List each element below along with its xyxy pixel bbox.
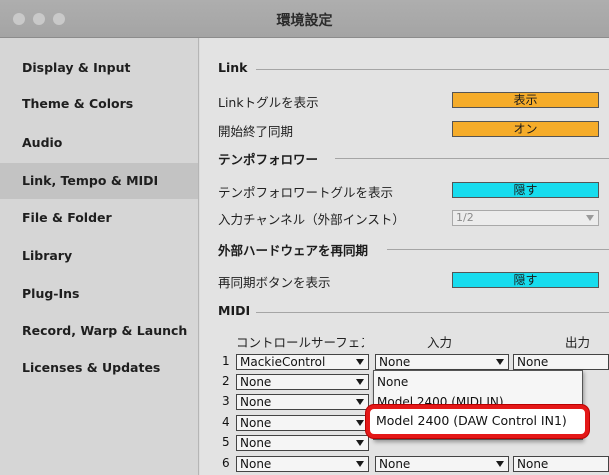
midi-input-select[interactable]: None [375,354,509,370]
resync-button-label: 再同期ボタンを表示 [218,275,331,290]
input-channel-value: 1/2 [456,211,474,224]
midi-row-number: 1 [222,354,230,368]
control-surface-select[interactable]: MackieControl [236,354,369,370]
midi-row-number: 6 [222,456,230,470]
sidebar-item-display-input[interactable]: Display & Input [0,50,198,86]
section-divider [387,249,609,250]
section-divider [256,312,609,313]
section-divider [335,158,609,159]
sidebar-item-record-warp-launch[interactable]: Record, Warp & Launch [0,313,198,349]
control-surface-select[interactable]: None [236,374,369,390]
sidebar-item-audio[interactable]: Audio [0,125,198,161]
chevron-down-icon [356,420,364,426]
chevron-down-icon [496,461,504,467]
tempo-follower-toggle-label: テンポフォロワートグルを表示 [218,185,394,200]
link-toggle-button[interactable]: 表示 [452,92,599,108]
sidebar-item-file-folder[interactable]: File & Folder [0,200,198,236]
sidebar-item-licenses-updates[interactable]: Licenses & Updates [0,350,198,386]
midi-input-select[interactable]: None [375,456,509,472]
control-surface-value: None [240,416,272,430]
midi-input-value: None [379,457,411,471]
chevron-down-icon [356,359,364,365]
chevron-down-icon [356,440,364,446]
tempo-follower-toggle-button[interactable]: 隠す [452,182,599,198]
chevron-down-icon [586,215,594,221]
control-surface-select[interactable]: None [236,415,369,431]
midi-output-value: None [517,355,549,369]
control-surface-select[interactable]: None [236,456,369,472]
midi-row-number: 4 [222,415,230,429]
window-title: 環境設定 [276,13,333,29]
start-stop-sync-label: 開始終了同期 [218,124,294,139]
sidebar-item-link-tempo-midi[interactable]: Link, Tempo & MIDI [0,163,198,199]
sidebar: Display & Input Theme & Colors Audio Lin… [0,38,199,475]
control-surface-value: None [240,436,272,450]
preferences-window: 環境設定 Display & Input Theme & Colors Audi… [0,0,609,475]
midi-output-select[interactable]: None [513,354,609,370]
link-section-title: Link [218,60,248,75]
section-divider [256,69,609,70]
midi-section-title: MIDI [218,303,251,318]
midi-output-value: None [517,457,549,471]
sidebar-item-theme-colors[interactable]: Theme & Colors [0,86,198,122]
output-column-header: 出力 [565,335,591,350]
midi-row-number: 2 [222,374,230,388]
dropdown-option-none[interactable]: None [374,373,582,391]
input-channel-select[interactable]: 1/2 [452,210,599,226]
highlighted-option-label: Model 2400 (DAW Control IN1) [376,413,567,428]
control-surface-value: None [240,457,272,471]
sidebar-item-library[interactable]: Library [0,238,198,274]
resync-button-toggle[interactable]: 隠す [452,272,599,288]
title-bar: 環境設定 [0,0,609,38]
midi-row-number: 5 [222,435,230,449]
control-surface-column-header: コントロールサーフェス [236,335,364,350]
chevron-down-icon [356,379,364,385]
input-channel-label: 入力チャンネル（外部インスト） [218,212,405,227]
midi-row-number: 3 [222,394,230,408]
link-toggle-label: Linkトグルを表示 [218,95,319,110]
start-stop-sync-button[interactable]: オン [452,121,599,137]
chevron-down-icon [356,399,364,405]
chevron-down-icon [356,461,364,467]
input-column-header: 入力 [427,335,453,350]
control-surface-select[interactable]: None [236,394,369,410]
midi-input-value: None [379,355,411,369]
control-surface-value: MackieControl [240,355,326,369]
midi-output-select[interactable]: None [513,456,609,472]
resync-section-title: 外部ハードウェアを再同期 [218,243,369,258]
chevron-down-icon [496,359,504,365]
highlighted-option-callout[interactable]: Model 2400 (DAW Control IN1) [366,405,589,438]
control-surface-value: None [240,395,272,409]
control-surface-value: None [240,375,272,389]
tempo-follower-section-title: テンポフォロワー [218,152,319,167]
sidebar-item-plug-ins[interactable]: Plug-Ins [0,276,198,312]
control-surface-select[interactable]: None [236,435,369,451]
